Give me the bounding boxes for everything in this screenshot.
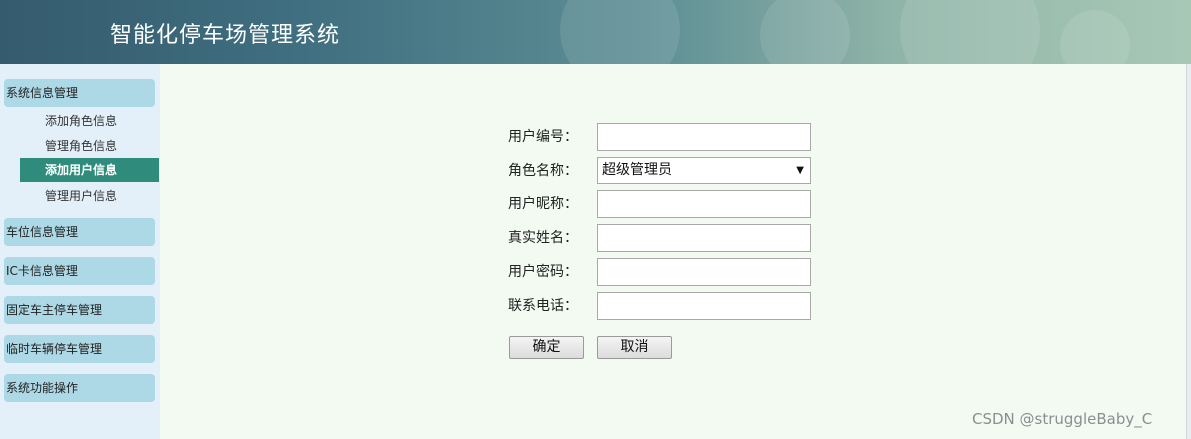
sidebar-item-manage-role[interactable]: 管理角色信息 [20, 134, 159, 158]
header-decoration [900, 0, 1040, 64]
cancel-button[interactable]: 取消 [597, 336, 672, 359]
sidebar-item-add-user[interactable]: 添加用户信息 [20, 158, 159, 182]
role-select[interactable]: 超级管理员 ▼ [597, 157, 811, 184]
sidebar: 系统信息管理 添加角色信息 管理角色信息 添加用户信息 管理用户信息 车位信息管… [0, 64, 160, 439]
realname-label: 真实姓名： [508, 230, 578, 246]
sidebar-group-system-ops[interactable]: 系统功能操作 [4, 374, 155, 402]
phone-input[interactable] [597, 292, 811, 320]
role-select-value: 超级管理员 [602, 162, 672, 178]
header-decoration [760, 0, 850, 64]
password-label: 用户密码： [508, 264, 578, 280]
realname-input[interactable] [597, 224, 811, 252]
app-header: 智能化停车场管理系统 [0, 0, 1191, 64]
sidebar-group-fixed-owner[interactable]: 固定车主停车管理 [4, 296, 155, 324]
phone-label: 联系电话： [508, 298, 578, 314]
watermark: CSDN @struggleBaby_C [972, 410, 1153, 428]
sidebar-group-system[interactable]: 系统信息管理 [4, 79, 155, 107]
user-id-input[interactable] [597, 123, 811, 151]
sidebar-group-temp-vehicle[interactable]: 临时车辆停车管理 [4, 335, 155, 363]
header-decoration [560, 0, 680, 64]
nickname-input[interactable] [597, 190, 811, 218]
password-input[interactable] [597, 258, 811, 286]
sidebar-group-parking-space[interactable]: 车位信息管理 [4, 218, 155, 246]
scrollbar-track[interactable] [1186, 64, 1191, 439]
confirm-button[interactable]: 确定 [509, 336, 584, 359]
app-title: 智能化停车场管理系统 [110, 23, 341, 48]
nickname-label: 用户昵称： [508, 196, 578, 212]
dropdown-arrow-icon: ▼ [796, 165, 804, 176]
header-decoration [1060, 10, 1130, 64]
sidebar-item-manage-user[interactable]: 管理用户信息 [20, 184, 159, 208]
sidebar-item-add-role[interactable]: 添加角色信息 [20, 109, 159, 133]
sidebar-group-ic-card[interactable]: IC卡信息管理 [4, 257, 155, 285]
role-label: 角色名称： [508, 163, 578, 179]
user-id-label: 用户编号： [508, 129, 578, 145]
